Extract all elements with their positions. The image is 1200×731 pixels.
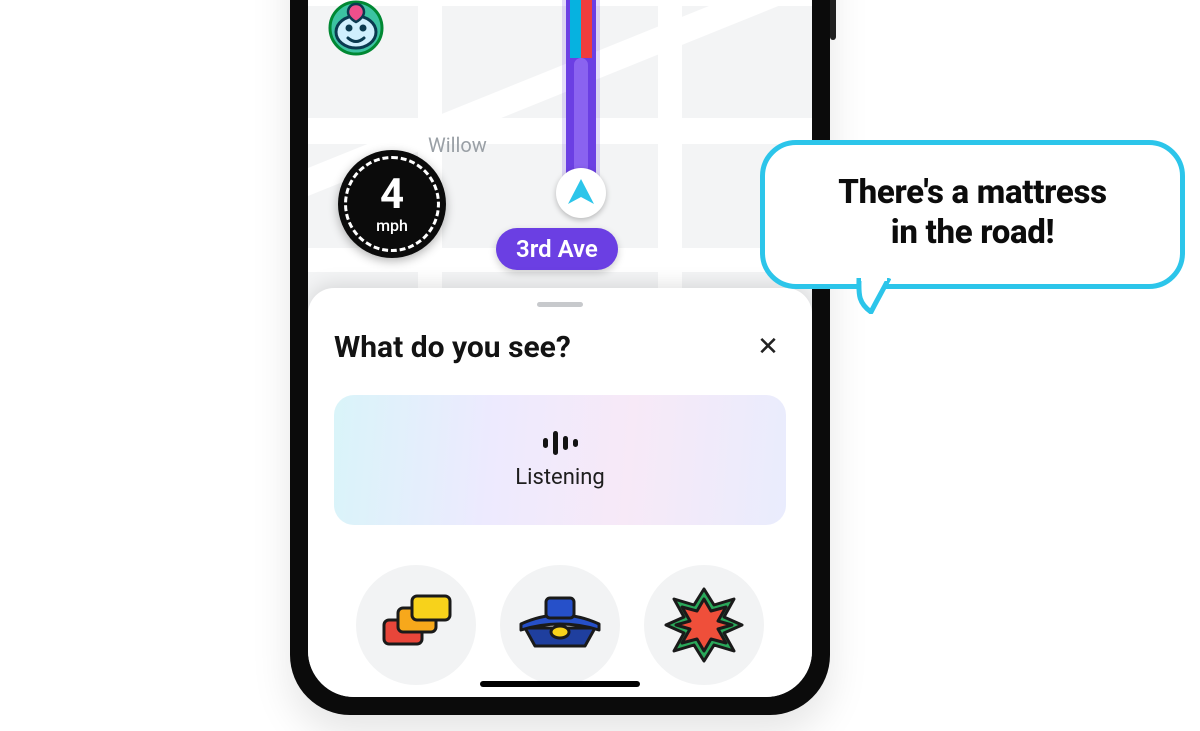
current-road-pill: 3rd Ave <box>496 228 618 270</box>
route-traffic-overlay <box>570 0 592 58</box>
sheet-grabber[interactable] <box>537 302 583 307</box>
police-icon <box>515 588 605 663</box>
report-shortcut-row <box>334 565 786 685</box>
sheet-header: What do you see? ✕ <box>334 329 786 365</box>
street-label: Willow <box>428 133 487 157</box>
sound-wave-icon <box>543 431 578 455</box>
report-traffic-button[interactable] <box>356 565 476 685</box>
speech-bubble: There's a mattress in the road! <box>760 140 1185 289</box>
close-icon: ✕ <box>757 332 779 362</box>
report-hazard-button[interactable] <box>644 565 764 685</box>
waze-mascot-icon[interactable] <box>326 0 386 58</box>
map-view[interactable]: Willow 3rd Ave <box>308 0 812 328</box>
speed-unit: mph <box>376 216 408 235</box>
voice-report-sheet: What do you see? ✕ Listening <box>308 288 812 697</box>
speed-value: 4 <box>380 174 404 216</box>
phone-screen: Willow 3rd Ave <box>308 0 812 697</box>
listening-label: Listening <box>515 465 604 490</box>
phone-side-button <box>830 0 836 40</box>
hazard-burst-icon <box>664 585 744 665</box>
report-police-button[interactable] <box>500 565 620 685</box>
phone-frame: Willow 3rd Ave <box>290 0 830 715</box>
speech-bubble-tail-icon <box>855 278 891 314</box>
traffic-icon <box>376 590 456 660</box>
home-indicator[interactable] <box>480 681 640 687</box>
sheet-title: What do you see? <box>334 330 571 365</box>
current-location-arrow-icon[interactable] <box>556 168 606 218</box>
listening-card[interactable]: Listening <box>334 395 786 525</box>
speedometer[interactable]: 4 mph <box>338 150 446 258</box>
stage: Willow 3rd Ave <box>0 0 1200 731</box>
close-button[interactable]: ✕ <box>750 329 786 365</box>
speech-bubble-text: There's a mattress in the road! <box>795 173 1150 254</box>
